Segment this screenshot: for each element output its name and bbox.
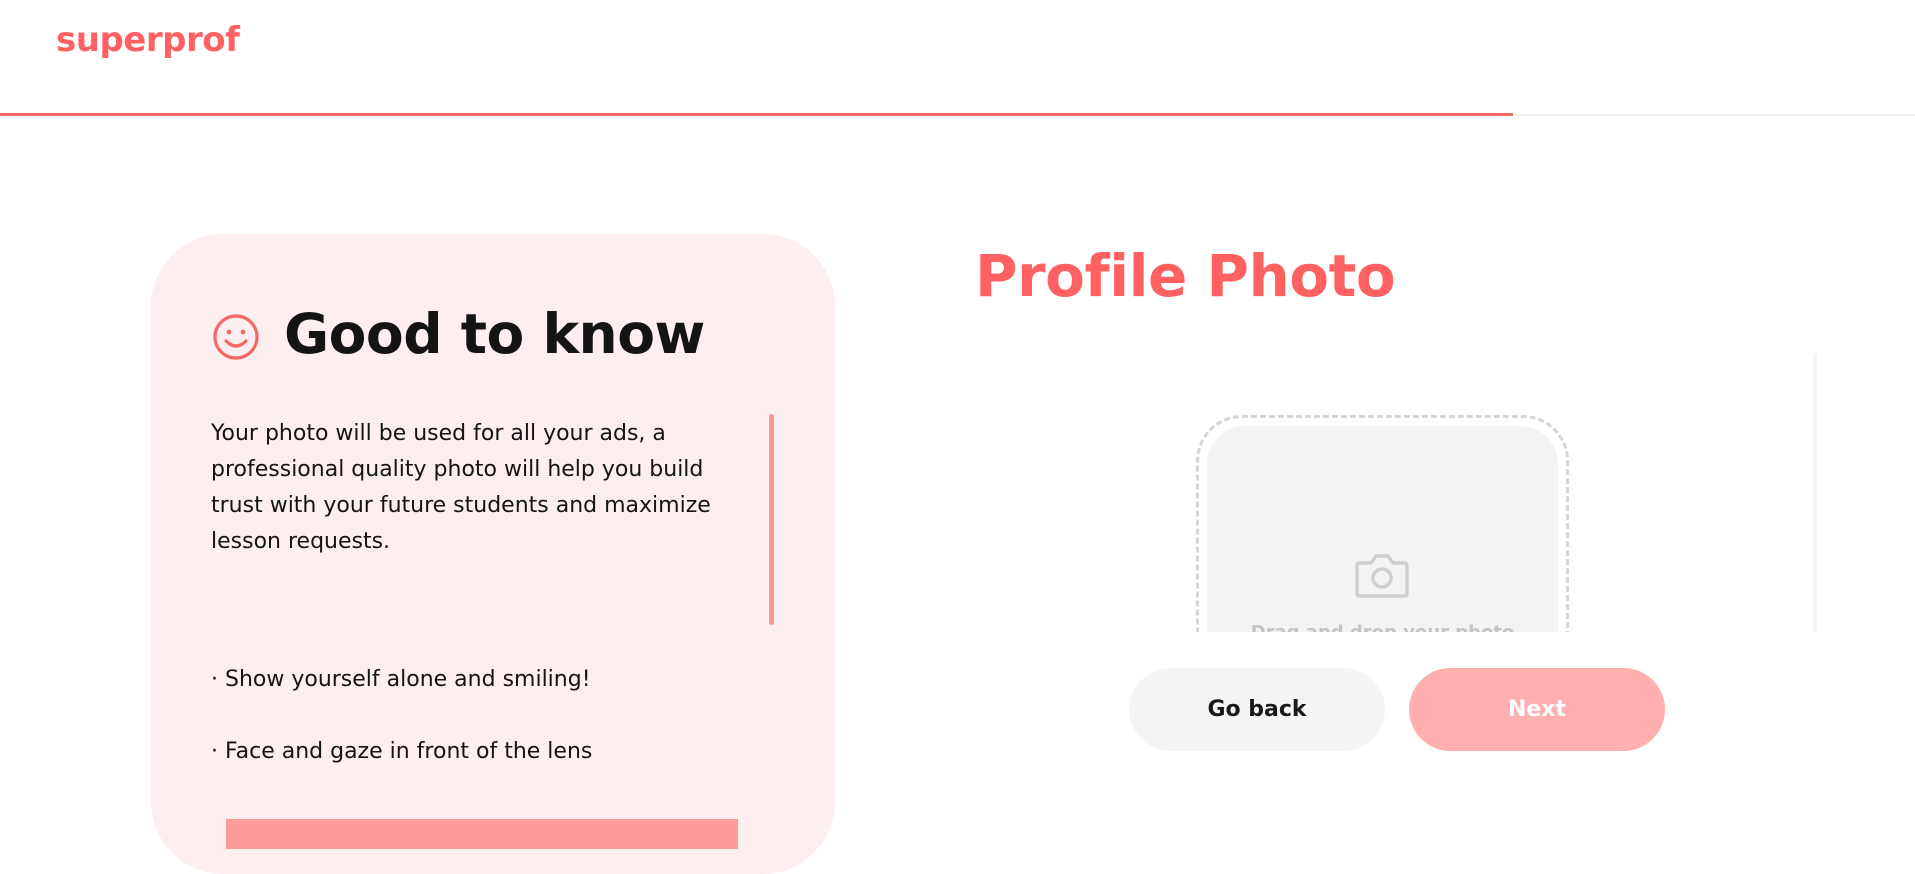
superprof-logo[interactable]: superprof	[56, 20, 240, 60]
photo-dropzone[interactable]: Drag and drop your photo	[1196, 415, 1569, 632]
good-to-know-title: Good to know	[284, 302, 705, 366]
scrollbar-track	[1813, 353, 1817, 632]
cookie-banner-edge	[226, 819, 738, 849]
tip-item: · Face and gaze in front of the lens	[211, 739, 593, 764]
go-back-button[interactable]: Go back	[1129, 668, 1385, 751]
next-button[interactable]: Next	[1409, 668, 1665, 751]
progress-bar	[0, 113, 1513, 116]
good-to-know-panel: Good to know Your photo will be used for…	[151, 234, 835, 874]
info-description: Your photo will be used for all your ads…	[211, 421, 711, 554]
dropzone-text: Drag and drop your photo	[1207, 622, 1558, 632]
camera-icon	[1355, 554, 1409, 598]
page-title: Profile Photo	[975, 242, 1396, 310]
tip-item: · Show yourself alone and smiling!	[211, 667, 591, 692]
upload-area-viewport: Drag and drop your photo	[1190, 410, 1580, 632]
smile-icon	[213, 314, 259, 360]
dropzone-inner: Drag and drop your photo	[1207, 426, 1558, 632]
top-bar: superprof	[0, 0, 1915, 116]
info-divider	[769, 414, 774, 625]
